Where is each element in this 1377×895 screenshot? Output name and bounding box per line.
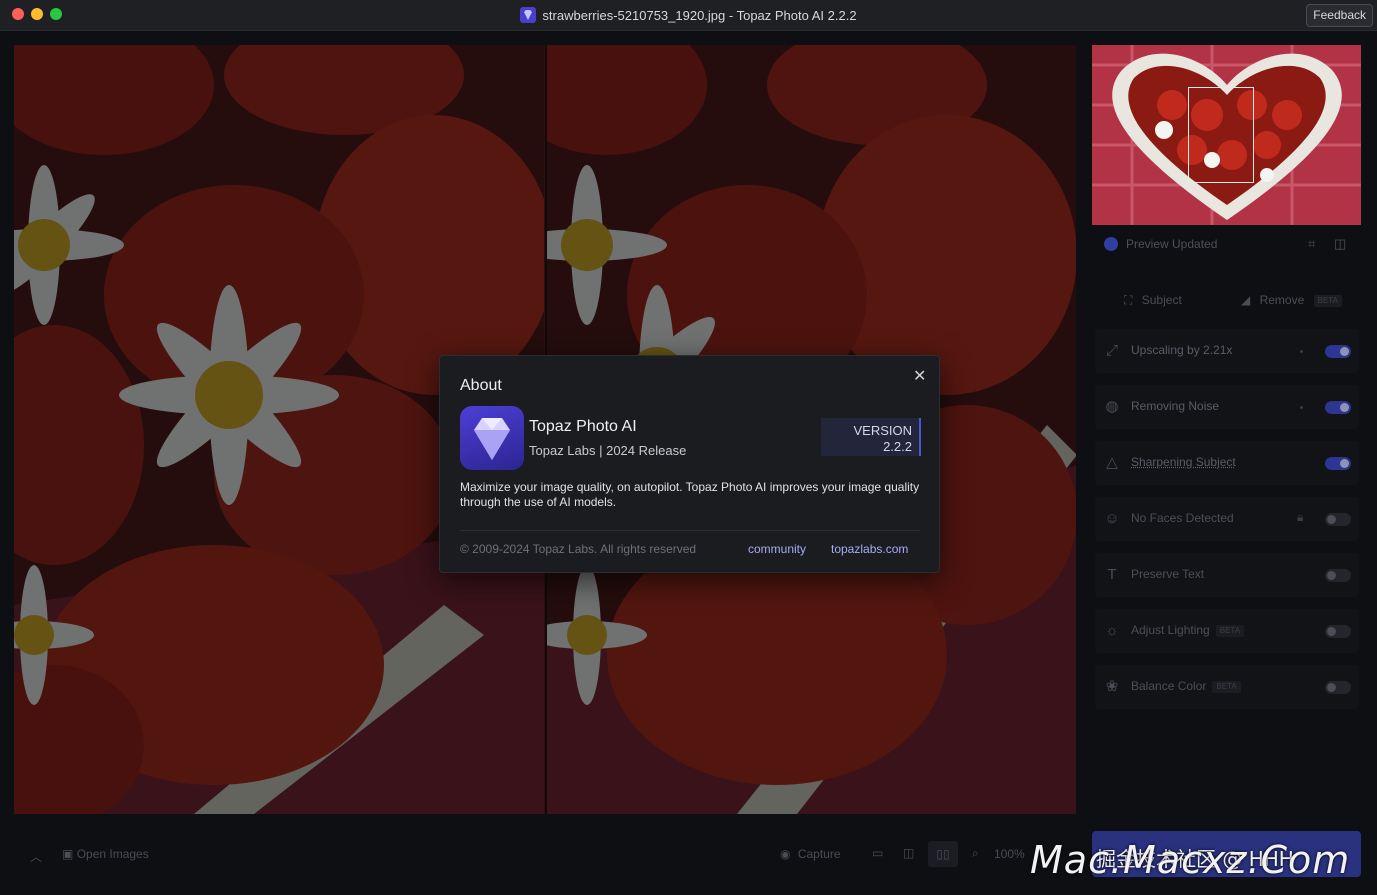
feature-label: Removing Noise [1131,399,1220,413]
check-circle-icon [1104,237,1118,251]
version-number: 2.2.2 [883,439,912,454]
feature-label: No Faces Detected [1131,511,1234,525]
copyright-text: © 2009-2024 Topaz Labs. All rights reser… [460,542,697,556]
upscale-icon: ⤢ [1105,342,1118,359]
feature-upscaling[interactable]: ⤢ Upscaling by 2.21x [1095,329,1359,373]
capture-label: Capture [797,847,841,861]
beta-badge: BETA [1212,681,1241,693]
feature-lighting[interactable]: ☼ Adjust Lighting BETA [1095,609,1359,653]
split-view-icon[interactable]: ◫ [903,846,914,860]
watermark-latin: Mac.Macxz.Com [1030,838,1351,882]
single-view-icon[interactable]: ▭ [872,846,883,860]
faces-toggle[interactable] [1325,513,1351,526]
app-gem-icon [520,7,537,23]
close-icon[interactable]: ✕ [913,366,926,386]
chevron-up-icon[interactable]: ︿ [30,848,42,865]
app-description: Maximize your image quality, on autopilo… [460,480,920,509]
feature-text[interactable]: T Preserve Text [1095,553,1359,597]
navigator-viewport-box[interactable] [1188,87,1254,183]
app-name: Topaz Photo AI [529,418,637,435]
community-link[interactable]: community [748,542,806,556]
sun-icon: ☼ [1105,622,1119,639]
preview-status-label: Preview Updated [1126,237,1218,251]
feature-label: Adjust Lighting BETA [1131,623,1245,637]
zoom-icon[interactable]: ⌕ [972,846,979,861]
tool-row: ⛶ Subject ◢ Remove BETA [1092,285,1362,315]
text-icon: T [1107,566,1117,583]
beta-badge: BETA [1215,625,1245,637]
feature-label: Sharpening Subject [1131,455,1236,469]
window-title-text: strawberries-5210753_1920.jpg - Topaz Ph… [542,8,857,23]
lock-icon: 🔒︎ [1297,510,1304,524]
remove-label: Remove [1259,293,1305,307]
gem-icon [474,418,510,460]
title-bar: strawberries-5210753_1920.jpg - Topaz Ph… [0,0,1377,31]
image-icon: ▣ [62,847,74,861]
website-link[interactable]: topazlabs.com [831,542,908,556]
settings-dot [1300,406,1303,409]
app-logo-icon [460,406,524,470]
feature-noise[interactable]: ◍ Removing Noise [1095,385,1359,429]
sharpening-toggle[interactable] [1325,457,1351,470]
feature-label: Upscaling by 2.21x [1131,343,1233,357]
navigator-thumbnail[interactable] [1092,45,1361,225]
face-icon: ☺ [1104,510,1120,527]
version-label: VERSION [853,423,912,438]
window-title: strawberries-5210753_1920.jpg - Topaz Ph… [0,7,1377,23]
noise-toggle[interactable] [1325,401,1351,414]
dialog-title: About [460,377,502,394]
zoom-level[interactable]: 100% [994,847,1025,861]
eraser-icon: ◢ [1241,293,1251,307]
compare-icon[interactable]: ◫ [1334,236,1346,252]
palette-icon: ❀ [1105,678,1119,695]
open-images-label: Open Images [76,847,149,861]
beta-badge: BETA [1313,295,1342,307]
app-subtitle: Topaz Labs | 2024 Release [529,443,687,458]
color-toggle[interactable] [1325,681,1351,694]
camera-icon: ◉ [780,847,791,861]
noise-icon: ◍ [1105,398,1119,415]
lighting-toggle[interactable] [1325,625,1351,638]
feature-faces[interactable]: ☺ No Faces Detected 🔒︎ [1095,497,1359,541]
feature-label: Balance Color BETA [1131,679,1241,693]
crop-icon[interactable]: ⌗ [1308,236,1315,252]
text-toggle[interactable] [1325,569,1351,582]
side-by-side-view-icon[interactable]: ▯▯ [928,841,958,867]
select-frame-icon: ⛶ [1124,293,1133,307]
about-dialog: About ✕ Topaz Photo AI Topaz Labs | 2024… [439,355,940,573]
upscaling-toggle[interactable] [1325,345,1351,358]
open-images-button[interactable]: ▣ Open Images [62,847,149,861]
preview-status-row: Preview Updated ⌗ ◫ [1102,236,1352,257]
capture-button[interactable]: ◉ Capture [780,847,841,861]
feature-sharpening[interactable]: △ Sharpening Subject [1095,441,1359,485]
sidebar: Preview Updated ⌗ ◫ ⛶ Subject ◢ Remove B… [1092,45,1362,814]
settings-dot [1300,350,1303,353]
subject-button[interactable]: ⛶ Subject [1124,285,1182,315]
feature-label: Preserve Text [1131,567,1205,581]
feedback-button[interactable]: Feedback [1306,4,1373,27]
remove-button[interactable]: ◢ Remove BETA [1241,285,1342,315]
divider [460,530,920,531]
feature-color[interactable]: ❀ Balance Color BETA [1095,665,1359,709]
sharpen-icon: △ [1106,454,1118,471]
version-box: VERSION 2.2.2 [821,418,921,456]
subject-label: Subject [1141,293,1182,307]
